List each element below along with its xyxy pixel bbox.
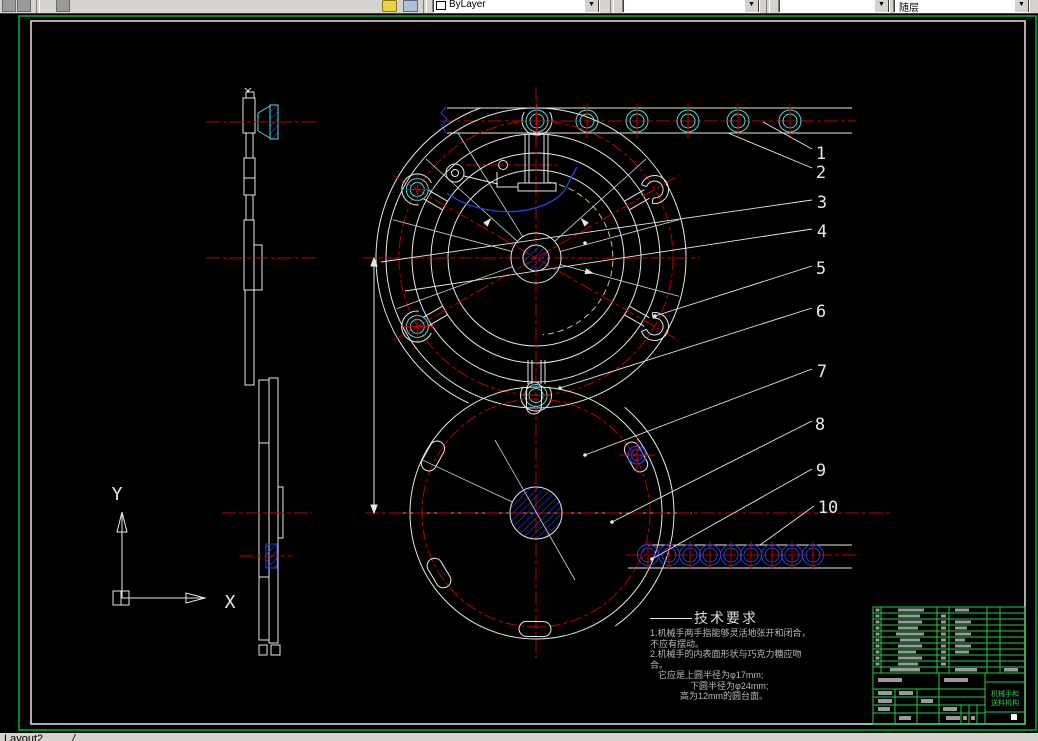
tech-req-line: 不应有摆动。 bbox=[650, 638, 705, 649]
infeed-conveyor bbox=[440, 104, 856, 138]
toolbar-separator-2 bbox=[423, 0, 427, 13]
tech-req-underline bbox=[650, 618, 692, 619]
toolbar-separator-4 bbox=[766, 0, 770, 13]
chevron-down-icon[interactable]: ▼ bbox=[584, 0, 599, 12]
tech-req-line: 下圆半径为φ24mm; bbox=[690, 680, 769, 691]
callout-label-10: 10 bbox=[818, 498, 838, 518]
callout-numbers: 1 2 3 4 5 6 7 8 9 10 bbox=[815, 144, 838, 518]
chevron-down-icon[interactable]: ▼ bbox=[744, 0, 759, 12]
ucs-y-label: Y bbox=[112, 484, 123, 505]
callout-label-1: 1 bbox=[816, 144, 826, 164]
title-block: 机械手和 送料机构 bbox=[872, 606, 1026, 725]
chevron-down-icon[interactable]: ▼ bbox=[874, 0, 889, 12]
layout-tab-divider: / bbox=[72, 733, 76, 741]
tech-req-line: 2.机械手的内表面形状与巧克力糖应吻 bbox=[650, 649, 802, 659]
callout-label-7: 7 bbox=[817, 362, 827, 382]
ucs-icon: Y X bbox=[112, 484, 236, 613]
callout-label-9: 9 bbox=[816, 461, 826, 481]
tech-req-title: 技术要求 bbox=[650, 608, 875, 628]
layout-tab-bar: Layout2 / bbox=[0, 733, 1038, 741]
title-block-product-name-line1: 机械手和 bbox=[991, 689, 1019, 698]
layer-color-swatch bbox=[436, 1, 446, 10]
center-distance-dimension bbox=[370, 256, 378, 515]
gripper-turret-view bbox=[362, 87, 700, 658]
lineweight-combobox-value: 随层 bbox=[899, 3, 919, 13]
callout-label-2: 2 bbox=[816, 163, 826, 183]
toolbar-icon-left-2[interactable] bbox=[17, 0, 31, 12]
callout-label-5: 5 bbox=[816, 259, 826, 279]
tech-req-line: 合。 bbox=[650, 659, 669, 670]
callout-label-8: 8 bbox=[815, 415, 825, 435]
toolbar: ByLayer ▼ ▼ ▼ 随层 ▼ bbox=[0, 0, 1038, 14]
layout-tab[interactable]: Layout2 bbox=[4, 733, 43, 741]
drawing-canvas[interactable]: 1 2 3 4 5 6 7 8 9 10 Y X 机械手和 送料机构 bbox=[0, 13, 1038, 733]
layer-combobox[interactable]: ByLayer ▼ bbox=[432, 0, 600, 13]
cad-application-window: ByLayer ▼ ▼ ▼ 随层 ▼ 1 2 3 4 5 6 7 8 9 10 … bbox=[0, 0, 1038, 741]
ucs-x-label: X bbox=[225, 592, 236, 613]
color-combobox[interactable]: ▼ bbox=[622, 0, 760, 13]
toolbar-icon-left-1[interactable] bbox=[2, 0, 16, 12]
callout-label-4: 4 bbox=[817, 222, 827, 242]
callout-label-3: 3 bbox=[817, 193, 827, 213]
toolbar-separator-3 bbox=[610, 0, 614, 13]
side-view bbox=[206, 87, 318, 656]
outfeed-chain bbox=[626, 541, 858, 569]
title-block-marker bbox=[1011, 714, 1017, 720]
tech-req-line: 它应是上圆半径为φ17mm; bbox=[658, 670, 764, 680]
make-block-icon[interactable] bbox=[382, 0, 397, 12]
toolbar-separator-1 bbox=[36, 0, 40, 13]
3d-orbit-icon[interactable] bbox=[403, 0, 418, 12]
driver-pin bbox=[619, 437, 655, 473]
layer-combobox-value: ByLayer bbox=[449, 0, 486, 10]
tech-req-line: 1.机械手两手指能够灵活地张开和闭合， bbox=[650, 628, 811, 638]
chevron-down-icon[interactable]: ▼ bbox=[1014, 0, 1029, 12]
lineweight-combobox[interactable]: 随层 ▼ bbox=[893, 0, 1030, 13]
title-block-product-name-line2: 送料机构 bbox=[991, 698, 1019, 707]
callout-label-6: 6 bbox=[816, 302, 826, 322]
technical-requirements: 技术要求 1.机械手两手指能够灵活地张开和闭合， 不应有摆动。 2.机械手的内表… bbox=[650, 608, 875, 702]
callout-leaders bbox=[380, 121, 815, 561]
linetype-combobox[interactable]: ▼ bbox=[778, 0, 890, 13]
geneva-wheel-view bbox=[365, 381, 893, 640]
toolbar-icon-left-3[interactable] bbox=[56, 0, 70, 12]
tech-req-line: 高为12mm的圆台面。 bbox=[680, 691, 769, 701]
